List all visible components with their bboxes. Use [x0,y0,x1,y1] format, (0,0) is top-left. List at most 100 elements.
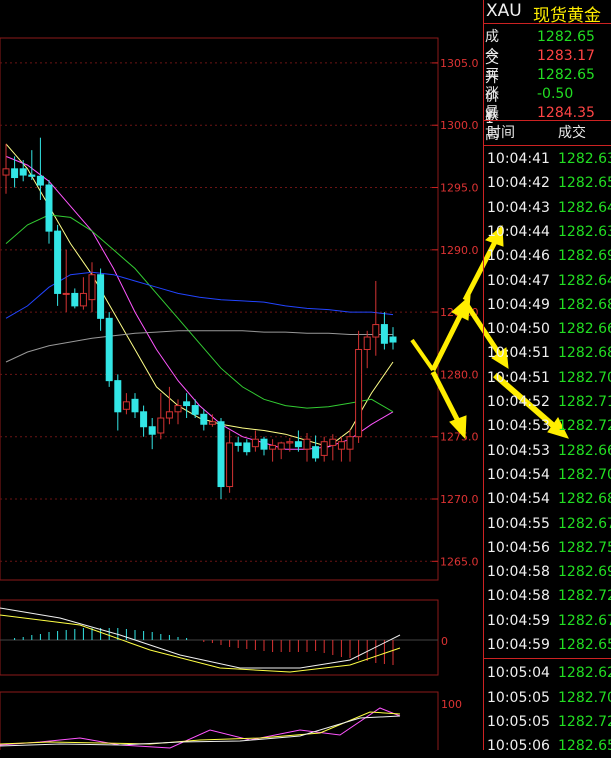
candle-down [28,174,36,177]
tick-time: 10:04:51 [487,369,550,386]
tick-time: 10:04:52 [487,394,550,410]
macd-dea-line [0,614,401,673]
kdj-d-line [0,711,401,745]
price-tick-label: 1265.0 [440,555,479,568]
tick-price: 1282.65 [558,637,611,653]
tick-price: 1282.64 [558,199,611,216]
candle-up [269,444,277,450]
tick-time: 10:04:54 [487,466,550,483]
tick-time: 10:04:42 [487,175,550,192]
tick-price: 1282.69 [558,248,611,265]
candle-down [217,421,225,488]
ticks-header-separator [483,145,611,146]
candle-down [191,405,199,415]
tick-time: 10:04:58 [487,588,550,605]
candle-down [71,292,79,307]
tick-time: 10:05:05 [487,713,550,730]
candle-down [389,336,397,343]
tick-price: 1282.75 [558,539,611,556]
candle-up [372,324,380,338]
candle-down [11,168,19,179]
tick-price: 1282.70 [558,689,611,706]
candle-down [105,317,113,382]
tick-price: 1282.70 [558,369,611,386]
tick-time: 10:05:04 [487,665,550,682]
tick-price: 1282.63 [558,223,611,240]
tick-price: 1282.63 [558,151,611,167]
candle-up [88,274,96,301]
candle-down [140,411,148,428]
price-tick-label: 1290.0 [440,244,479,257]
candle-up [320,441,328,456]
tick-time: 10:04:54 [487,491,550,508]
candle-up [337,441,345,450]
candle-down [260,438,268,450]
candle-up [277,442,285,450]
panel-left-border [483,0,484,750]
tick-price: 1282.66 [558,321,611,338]
candlesticks [2,137,397,500]
candle-down [36,175,44,186]
candle-down [183,401,191,407]
candle-up [303,438,311,450]
candle-down [380,324,388,344]
tick-section-separator [483,658,611,659]
candle-up [286,441,294,444]
candle-down [294,441,302,448]
kdj-k-line [0,715,401,747]
tick-time: 10:04:47 [487,272,550,289]
moving-averages [5,143,394,450]
candle-down [97,274,105,319]
symbol-code: XAU [486,1,522,21]
candle-up [174,405,182,413]
candle-up [208,421,216,425]
tick-time: 10:04:51 [487,345,550,362]
price-tick-label: 1270.0 [440,493,479,506]
tick-price: 1282.64 [558,272,611,289]
candle-down [19,168,27,176]
tick-time: 10:04:41 [487,151,550,167]
tick-price: 1282.65 [558,175,611,192]
moving-average-line [5,330,393,363]
moving-average-line [5,143,394,448]
ticks-price-header: 成交 [558,125,586,141]
tick-price: 1282.66 [558,442,611,459]
tick-price: 1282.68 [558,296,611,313]
candle-down [54,230,62,294]
price-tick-label: 1300.0 [440,119,479,132]
candle-up [251,438,259,448]
tick-time: 10:05:05 [487,689,550,706]
tick-time: 10:05:06 [487,738,550,755]
quote-separator [483,120,611,121]
candle-up [363,336,371,350]
candle-up [329,438,337,446]
tick-price: 1282.71 [558,394,611,410]
candle-down [200,413,208,425]
candle-up [355,348,363,438]
tick-time: 10:04:59 [487,612,550,629]
candle-down [131,398,139,413]
arrow-up-left-shaft [430,310,465,372]
price-tick-label: 1280.0 [440,368,479,381]
tick-price: 1282.62 [558,665,611,682]
tick-price: 1282.65 [558,738,611,755]
tick-price: 1282.68 [558,491,611,508]
macd-zero-label: 0 [441,635,448,648]
price-tick-label: 1275.0 [440,431,479,444]
tick-time: 10:04:50 [487,321,550,338]
price-tick-label: 1295.0 [440,182,479,195]
candle-up [226,442,234,488]
tick-time: 10:04:49 [487,296,550,313]
tick-time: 10:04:55 [487,515,550,532]
price-tick-label: 1305.0 [440,57,479,70]
tick-time: 10:04:46 [487,248,550,265]
candle-up [165,411,173,419]
tick-time: 10:04:59 [487,637,550,653]
tick-price: 1282.67 [558,515,611,532]
tick-price: 1282.70 [558,466,611,483]
candle-down [148,426,156,435]
candle-down [45,184,53,232]
kdj-top-label: 100 [441,698,462,711]
arrow-up-back-shaft [410,338,435,372]
moving-average-line [5,214,394,413]
